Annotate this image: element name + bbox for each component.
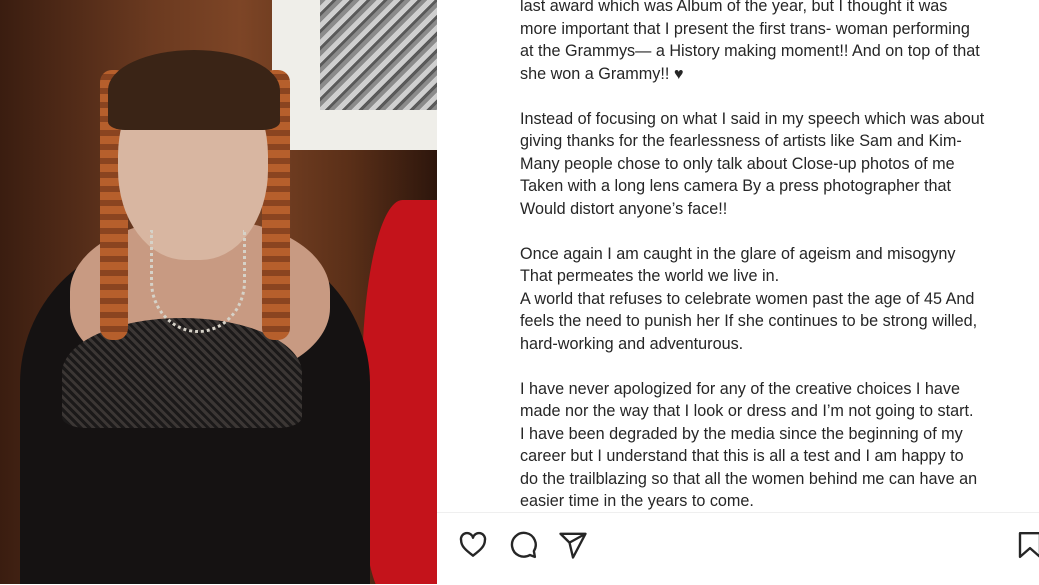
post-caption: last award which was Album of the year, … xyxy=(520,0,1035,535)
wall-picture xyxy=(320,0,437,110)
caption-paragraph: last award which was Album of the year, … xyxy=(520,0,980,83)
caption-paragraph: Once again I am caught in the glare of a… xyxy=(520,244,978,353)
necklace xyxy=(150,230,246,333)
post-action-bar xyxy=(437,512,1039,585)
share-icon[interactable] xyxy=(558,530,588,560)
heart-icon[interactable] xyxy=(458,530,488,560)
caption-paragraph: I have never apologized for any of the c… xyxy=(520,379,978,511)
caption-paragraph: Instead of focusing on what I said in my… xyxy=(520,109,985,218)
bookmark-icon[interactable] xyxy=(1015,530,1039,560)
post-photo[interactable] xyxy=(0,0,437,584)
red-garment xyxy=(362,200,437,584)
comment-icon[interactable] xyxy=(508,530,538,560)
person-hair xyxy=(108,50,280,130)
